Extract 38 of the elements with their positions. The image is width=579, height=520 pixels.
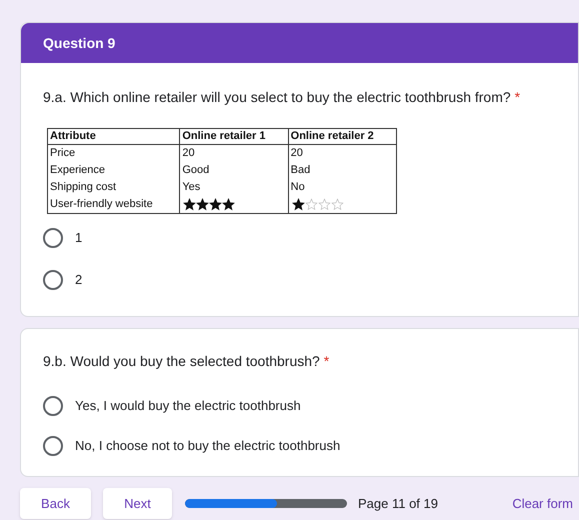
star-icon	[183, 198, 196, 211]
next-button[interactable]: Next	[103, 488, 172, 519]
star-icon	[209, 198, 222, 211]
table-cell: Bad	[288, 162, 396, 179]
radio-button[interactable]	[43, 436, 63, 456]
clear-form-link[interactable]: Clear form	[512, 494, 573, 514]
star-outline-icon	[304, 198, 318, 211]
star-icon	[196, 198, 210, 211]
radio-button[interactable]	[43, 396, 63, 416]
question-text: 9.a. Which online retailer will you select to buy the electric toothbrush from?	[43, 89, 511, 105]
option-label: Yes, I would buy the electric toothbrush	[75, 397, 301, 416]
option-label: 1	[75, 229, 82, 248]
column-header: Online retailer 1	[180, 128, 288, 144]
table-cell: No	[288, 179, 396, 196]
table-cell: User-friendly website	[48, 196, 180, 214]
radio-button[interactable]	[43, 270, 63, 290]
star-icon	[292, 198, 305, 211]
star-outline-icon	[330, 198, 344, 211]
table-cell: Good	[180, 162, 288, 179]
column-header: Online retailer 2	[288, 128, 396, 144]
table-cell: Yes	[180, 179, 288, 196]
section-title: Question 9	[43, 34, 116, 53]
option-label: No, I choose not to buy the electric toothbrush	[75, 437, 340, 456]
required-mark: *	[514, 89, 520, 105]
page-indicator: Page 11 of 19	[358, 494, 438, 513]
radio-button[interactable]	[43, 228, 63, 248]
table-cell: 20	[288, 144, 396, 162]
star-icon	[222, 198, 236, 211]
table-cell: Shipping cost	[48, 179, 180, 196]
table-cell: 20	[180, 144, 288, 162]
table-cell: Experience	[48, 162, 180, 179]
required-mark: *	[324, 353, 330, 369]
option-label: 2	[75, 271, 82, 290]
star-outline-icon	[318, 198, 331, 211]
column-header: Attribute	[48, 128, 180, 144]
back-button[interactable]: Back	[20, 488, 91, 519]
question-text: 9.b. Would you buy the selected toothbrush?	[43, 353, 320, 369]
table-cell: Price	[48, 144, 180, 162]
